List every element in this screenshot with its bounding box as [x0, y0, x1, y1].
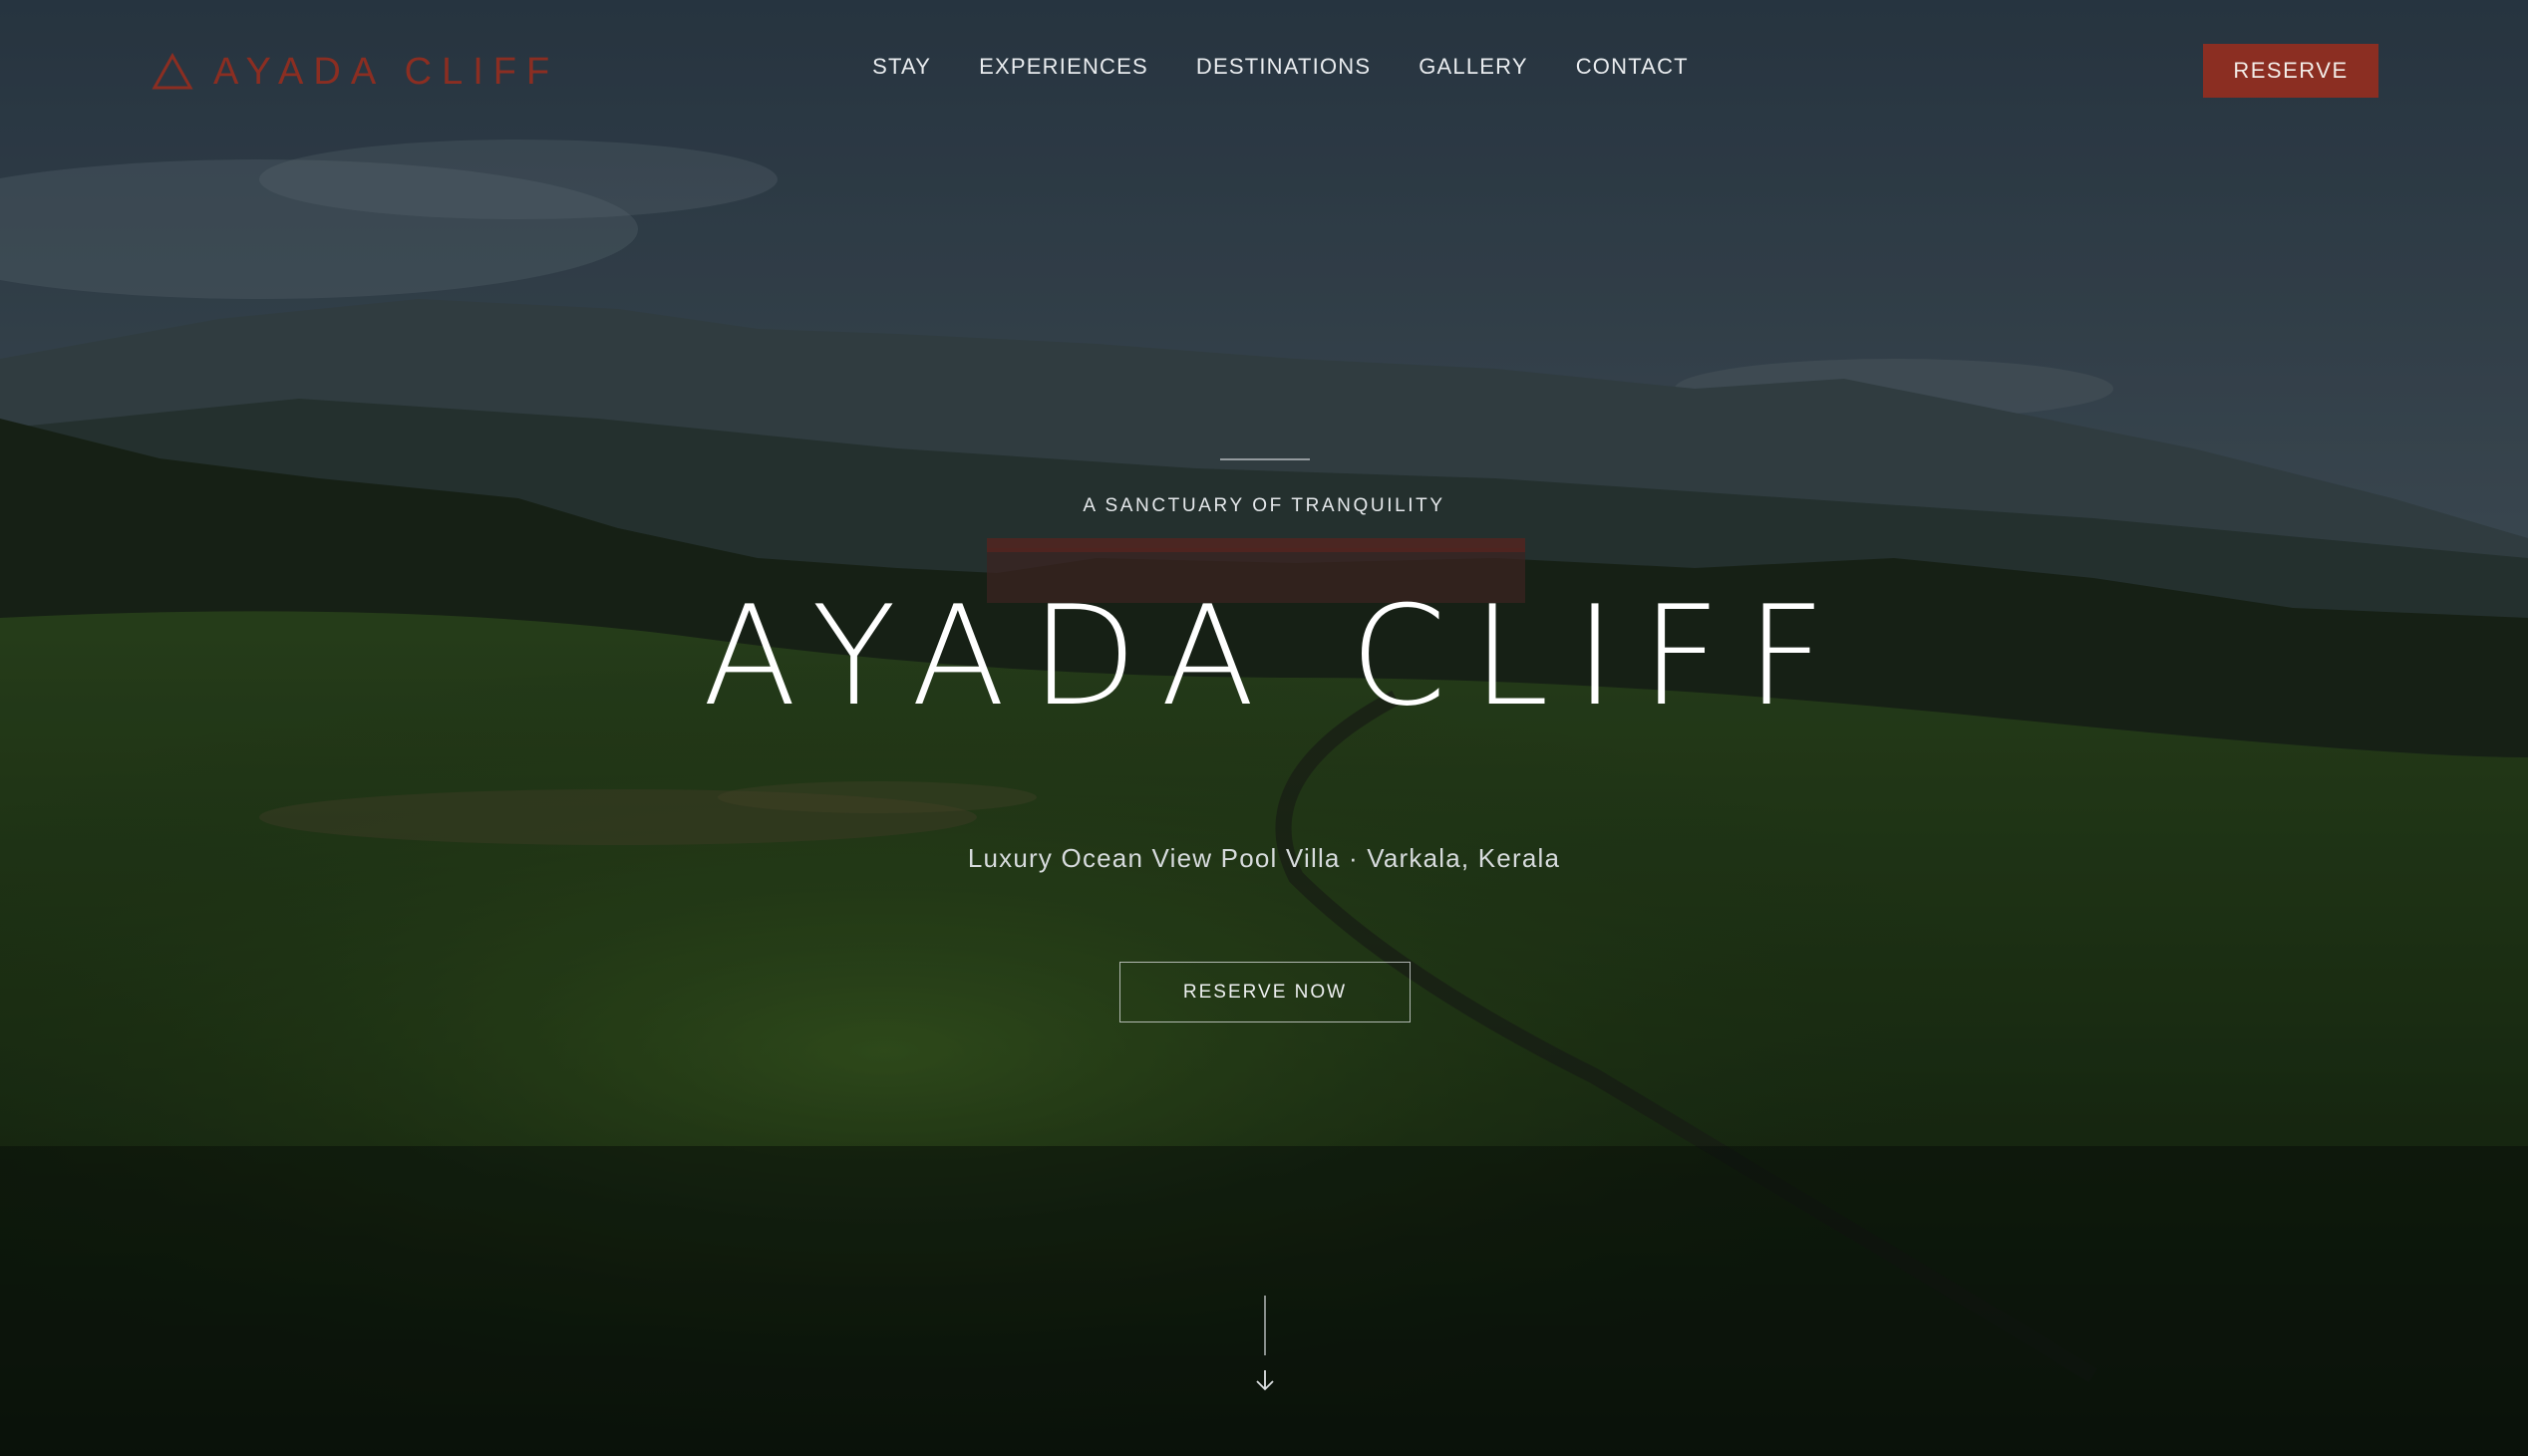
nav-item-gallery[interactable]: GALLERY	[1419, 54, 1528, 80]
main-nav: STAY EXPERIENCES DESTINATIONS GALLERY CO…	[0, 54, 2528, 80]
hero-tagline: A SANCTUARY OF TRANQUILITY	[1083, 495, 1445, 516]
nav-item-contact[interactable]: CONTACT	[1576, 54, 1689, 80]
arrow-down-icon[interactable]	[1252, 1367, 1278, 1393]
hero-subtitle: Luxury Ocean View Pool Villa · Varkala, …	[967, 843, 1561, 873]
nav-item-experiences[interactable]: EXPERIENCES	[979, 54, 1148, 80]
reserve-now-button[interactable]: RESERVE NOW	[1119, 962, 1411, 1022]
hero-title: AYADA CLIFF	[702, 576, 1852, 736]
reserve-button[interactable]: RESERVE	[2203, 44, 2378, 98]
nav-item-destinations[interactable]: DESTINATIONS	[1196, 54, 1371, 80]
nav-item-stay[interactable]: STAY	[872, 54, 931, 80]
tagline-divider	[1220, 458, 1310, 460]
scroll-indicator-line	[1264, 1296, 1266, 1355]
